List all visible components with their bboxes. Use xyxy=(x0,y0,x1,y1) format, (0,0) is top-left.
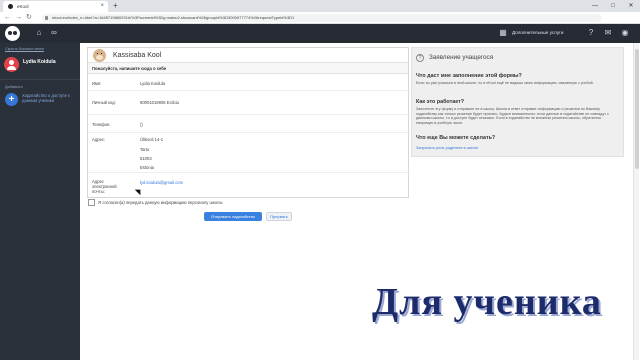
link-icon[interactable]: ∞ xyxy=(49,28,59,38)
sidebar-user[interactable]: Lydia Koidula xyxy=(0,54,80,78)
application-form-card: Kassisaba Kool Пожалуйста, напишите сюда… xyxy=(87,47,410,198)
info-panel: ? Заявление учащегося Что даст мне запол… xyxy=(411,47,624,157)
close-window-button[interactable]: ✕ xyxy=(622,0,640,12)
caption-overlay: Для ученика xyxy=(372,281,602,323)
hide-sidebar-link[interactable]: Скрыть боковое меню xyxy=(5,47,44,51)
back-button[interactable]: ← xyxy=(4,13,11,23)
name-row: Имя: Lydia Koidula xyxy=(88,75,410,91)
info-answer-1: Если ты уже учишься в этой школе, но в e… xyxy=(416,81,594,85)
browser-tab[interactable]: eKool × xyxy=(3,1,108,12)
mail-icon[interactable]: ✉ xyxy=(603,28,613,38)
card-subtitle: Пожалуйста, напишите сюда о себе xyxy=(88,63,408,74)
email-value[interactable]: lyd.koidula@gmail.com xyxy=(140,180,183,185)
add-request-label: Ходатайство о доступе к данным ученика xyxy=(22,93,70,103)
minimize-button[interactable]: — xyxy=(586,0,604,12)
address-bar: ← → ↻ ekool.eu/index_ru.html?a=164571986… xyxy=(0,12,640,24)
address-label: Адрес: xyxy=(92,137,106,142)
personal-code-value: 60001019906 Eclicia xyxy=(140,100,179,105)
info-icon: ? xyxy=(416,54,424,62)
card-header: Kassisaba Kool xyxy=(88,48,408,63)
request-parent-role-link[interactable]: Запросить роль родителя в школе xyxy=(416,145,478,150)
email-row: Адрес электронной почты: lyd.koidula@gma… xyxy=(88,173,410,198)
info-answer-2: Заполните эту форму и отправьте ее в шко… xyxy=(416,107,609,126)
new-tab-button[interactable]: + xyxy=(113,0,118,12)
services-grid-icon[interactable]: ▦ xyxy=(498,28,508,38)
address-line4: Estonia xyxy=(140,165,154,170)
address-line1: Ülikooli 14-1 xyxy=(140,137,164,142)
tab-title: eKool xyxy=(17,4,29,9)
send-request-button[interactable]: Отправить ходатайство xyxy=(204,212,262,221)
address-line2: Tartu xyxy=(140,147,150,152)
add-section-label: Добавить xyxy=(5,84,23,89)
personal-code-label: Личный код: xyxy=(92,100,116,105)
home-icon[interactable]: ⌂ xyxy=(34,28,44,38)
info-question-1: Что даст мне заполнение этой формы? xyxy=(416,73,522,79)
consent-checkbox[interactable] xyxy=(88,199,95,206)
address-line3: 51003 xyxy=(140,156,152,161)
forward-button[interactable]: → xyxy=(15,13,22,23)
page-scrollbar[interactable] xyxy=(633,43,639,360)
window-controls: — □ ✕ xyxy=(586,0,640,12)
info-question-2: Как это работает? xyxy=(416,99,465,105)
lock-icon xyxy=(45,16,48,20)
plus-icon: + xyxy=(5,93,18,106)
name-value: Lydia Koidula xyxy=(140,81,165,86)
url-text: ekool.eu/index_ru.html?a=1645719860291#/… xyxy=(52,15,295,20)
info-title: Заявление учащегося xyxy=(429,54,494,61)
user-icon[interactable]: ◉ xyxy=(620,28,630,38)
phone-label: Телефон: xyxy=(92,122,111,127)
email-label: Адрес электронной почты: xyxy=(92,179,117,194)
add-student-access-request-button[interactable]: + Ходатайство о доступе к данным ученика xyxy=(5,91,77,109)
scrollbar-thumb[interactable] xyxy=(635,49,639,169)
address-row: Адрес: Ülikooli 14-1 Tartu 51003 Estonia xyxy=(88,133,410,173)
avatar xyxy=(4,57,19,72)
close-tab-icon[interactable]: × xyxy=(100,1,104,12)
info-question-3: Что еще Вы можете сделать? xyxy=(416,135,496,141)
cancel-button[interactable]: Прервать xyxy=(266,212,292,221)
user-name: Lydia Koidula xyxy=(23,59,56,65)
app-topbar: ⌂ ∞ ▦ Дополнительные услуги ? ✉ ◉ xyxy=(0,24,640,43)
additional-services-link[interactable]: Дополнительные услуги xyxy=(512,30,563,35)
phone-value: () xyxy=(140,122,143,127)
ekool-favicon-icon xyxy=(8,4,13,9)
personal-code-row: Личный код: 60001019906 Eclicia xyxy=(88,91,410,115)
phone-row: Телефон: () xyxy=(88,115,410,133)
sidebar: Скрыть боковое меню Lydia Koidula Добави… xyxy=(0,43,80,360)
school-name: Kassisaba Kool xyxy=(113,52,162,59)
browser-tabbar: eKool × + — □ ✕ xyxy=(0,0,640,12)
url-field[interactable]: ekool.eu/index_ru.html?a=1645719860291#/… xyxy=(42,14,602,22)
sidebar-divider xyxy=(0,79,80,80)
ekool-logo-icon[interactable] xyxy=(5,26,20,41)
consent-label[interactable]: Я согласен(а) передать данную информацию… xyxy=(98,200,222,205)
name-label: Имя: xyxy=(92,81,102,86)
help-icon[interactable]: ? xyxy=(586,28,596,38)
school-avatar-icon xyxy=(93,49,106,62)
maximize-button[interactable]: □ xyxy=(604,0,622,12)
reload-button[interactable]: ↻ xyxy=(26,13,32,23)
